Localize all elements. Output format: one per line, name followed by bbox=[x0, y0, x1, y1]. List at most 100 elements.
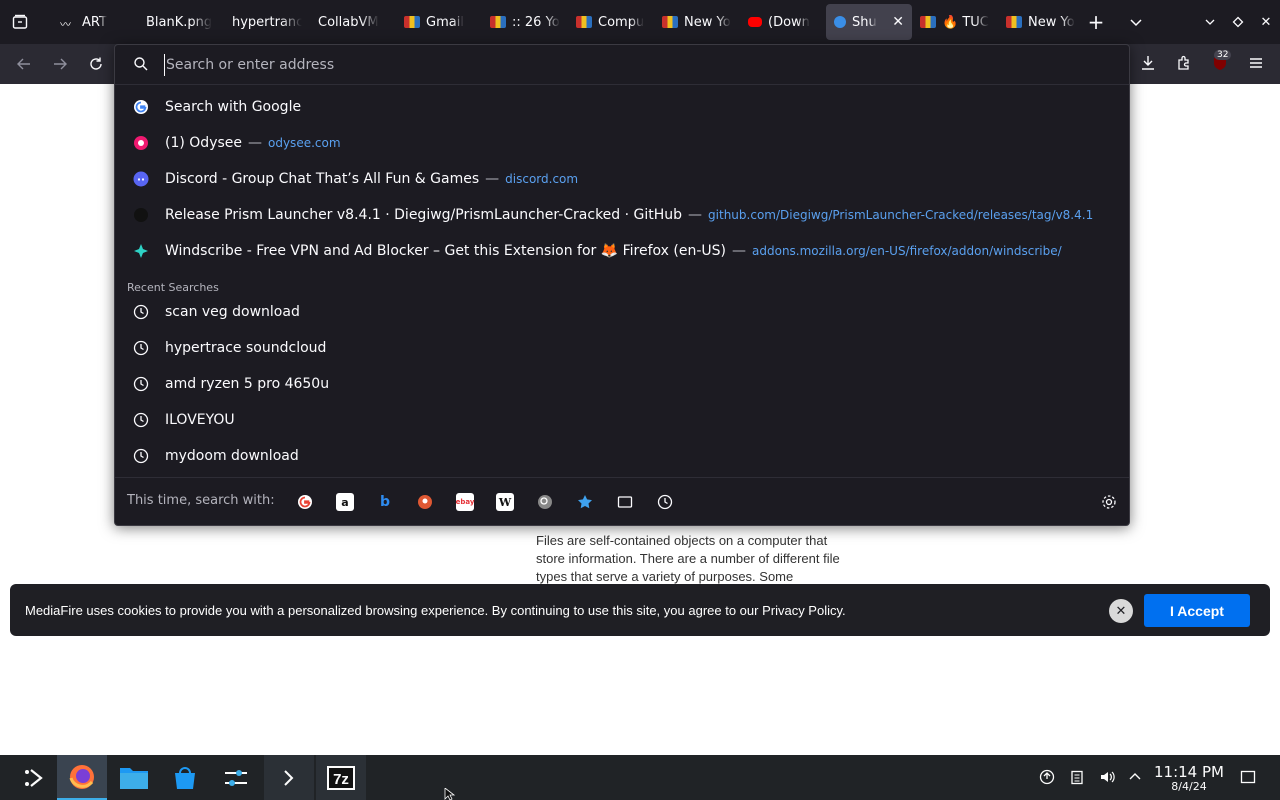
recent-search-row[interactable]: hypertrace soundcloud bbox=[115, 330, 1129, 366]
tab-strip: 〰 ART BlanK.png hypertrance CollabVM Gmai… bbox=[0, 0, 1280, 44]
suggestion-title: Windscribe - Free VPN and Ad Blocker – G… bbox=[165, 243, 727, 259]
flag-icon bbox=[920, 16, 936, 28]
tab[interactable]: 🔥 TUC bbox=[912, 4, 998, 40]
history-clock-icon bbox=[133, 304, 149, 320]
tab[interactable]: 〰 ART bbox=[52, 4, 138, 40]
firefox-view-icon[interactable] bbox=[8, 10, 32, 34]
suggestion-row[interactable]: Release Prism Launcher v8.4.1 · Diegiwg/… bbox=[115, 197, 1129, 233]
recent-search-text: scan veg download bbox=[165, 304, 300, 320]
duckduckgo-engine-icon[interactable] bbox=[416, 493, 434, 511]
recent-search-row[interactable]: ILOVEYOU bbox=[115, 402, 1129, 438]
tab[interactable]: New Yo bbox=[998, 4, 1084, 40]
minimize-icon[interactable] bbox=[1198, 10, 1222, 34]
extensions-icon[interactable] bbox=[1173, 52, 1195, 74]
tabs-icon[interactable] bbox=[616, 493, 634, 511]
recent-search-row[interactable]: amd ryzen 5 pro 4650u bbox=[115, 366, 1129, 402]
tab-title: CollabVM bbox=[318, 14, 379, 30]
suggestion-row[interactable]: Search with Google bbox=[115, 89, 1129, 125]
recent-search-row[interactable]: mydoom download bbox=[115, 438, 1129, 474]
tab[interactable]: CollabVM bbox=[310, 4, 396, 40]
wikipedia-engine-icon[interactable]: W bbox=[496, 493, 514, 511]
suggestion-title: Release Prism Launcher v8.4.1 · Diegiwg/… bbox=[165, 207, 683, 223]
tab[interactable]: Compu bbox=[568, 4, 654, 40]
close-window-icon[interactable]: ✕ bbox=[1254, 10, 1278, 34]
search-settings-gear-icon[interactable] bbox=[1100, 493, 1118, 511]
cookie-accept-button[interactable]: I Accept bbox=[1144, 594, 1250, 627]
search-engine-icon[interactable] bbox=[536, 493, 554, 511]
forward-icon[interactable] bbox=[48, 52, 72, 76]
cookie-message: MediaFire uses cookies to provide you wi… bbox=[25, 602, 846, 618]
tab[interactable]: BlanK.png bbox=[138, 4, 224, 40]
clock-date[interactable]: 8/4/24 bbox=[1154, 780, 1224, 793]
search-icon bbox=[133, 56, 149, 72]
address-input[interactable] bbox=[164, 54, 1064, 76]
shark-icon bbox=[834, 16, 846, 28]
tab-title: Compu bbox=[598, 14, 645, 30]
7zip-taskbar-button[interactable]: 7z bbox=[316, 755, 366, 800]
suggestion-row[interactable]: (1) Odysee — odysee.com bbox=[115, 125, 1129, 161]
svg-text:7z: 7z bbox=[333, 771, 349, 788]
tab-title: hypertrance bbox=[232, 14, 302, 30]
app-launcher-button[interactable] bbox=[8, 755, 58, 800]
list-all-tabs-icon[interactable] bbox=[1124, 10, 1148, 34]
suggestion-title: (1) Odysee bbox=[165, 135, 242, 151]
suggestion-separator: — bbox=[732, 243, 747, 259]
ebay-engine-icon[interactable]: ebay bbox=[456, 493, 474, 511]
bookmarks-star-icon[interactable] bbox=[576, 493, 594, 511]
bing-engine-icon[interactable]: b bbox=[376, 493, 394, 511]
suggestion-row[interactable]: Windscribe - Free VPN and Ad Blocker – G… bbox=[115, 233, 1129, 269]
tab-title: ART bbox=[82, 14, 107, 30]
update-icon[interactable] bbox=[1038, 768, 1056, 786]
google-engine-icon[interactable] bbox=[296, 493, 314, 511]
history-clock-icon bbox=[133, 412, 149, 428]
volume-icon[interactable] bbox=[1098, 768, 1116, 786]
tab[interactable]: New Yo bbox=[654, 4, 740, 40]
suggestion-title: Search with Google bbox=[165, 99, 302, 115]
page-body-text: Files are self-contained objects on a co… bbox=[536, 533, 840, 584]
history-icon[interactable] bbox=[656, 493, 674, 511]
close-tab-icon[interactable]: ✕ bbox=[892, 14, 904, 30]
one-off-search-bar: This time, search with: a b ebay W bbox=[115, 477, 1129, 525]
reload-icon[interactable] bbox=[84, 52, 108, 76]
file-manager-taskbar-button[interactable] bbox=[109, 755, 159, 800]
flag-icon bbox=[576, 16, 592, 28]
new-tab-icon[interactable]: + bbox=[1084, 10, 1108, 34]
discover-store-taskbar-button[interactable] bbox=[160, 755, 210, 800]
show-hidden-icons-chevron-up-icon[interactable] bbox=[1126, 768, 1144, 786]
firefox-taskbar-button[interactable] bbox=[57, 755, 107, 800]
flag-icon bbox=[404, 16, 420, 28]
settings-taskbar-button[interactable] bbox=[211, 755, 261, 800]
suggestion-separator: — bbox=[688, 207, 703, 223]
tab-title: Gmail bbox=[426, 14, 464, 30]
tab-active[interactable]: Shu ✕ bbox=[826, 4, 912, 40]
suggestion-url: discord.com bbox=[505, 172, 579, 186]
history-clock-icon bbox=[133, 448, 149, 464]
suggestion-row[interactable]: Discord - Group Chat That’s All Fun & Ga… bbox=[115, 161, 1129, 197]
suggestion-title: Discord - Group Chat That’s All Fun & Ga… bbox=[165, 171, 480, 187]
clipboard-icon[interactable] bbox=[1068, 768, 1086, 786]
tab-title: BlanK.png bbox=[146, 14, 213, 30]
tab[interactable]: hypertrance bbox=[224, 4, 310, 40]
flag-icon bbox=[490, 16, 506, 28]
suggestion-separator: — bbox=[248, 135, 262, 151]
back-icon[interactable] bbox=[12, 52, 36, 76]
cookie-close-button[interactable]: ✕ bbox=[1109, 599, 1133, 623]
tab[interactable]: (Down bbox=[740, 4, 826, 40]
recent-search-row[interactable]: scan veg download bbox=[115, 294, 1129, 330]
extension-badge: 32 bbox=[1214, 50, 1232, 60]
suggestion-url: odysee.com bbox=[268, 136, 341, 150]
tab[interactable]: Gmail bbox=[396, 4, 482, 40]
cookie-banner: MediaFire uses cookies to provide you wi… bbox=[10, 584, 1270, 636]
taskbar: 7z bbox=[0, 755, 1280, 800]
tab-title: Shu bbox=[852, 14, 877, 30]
clock-time[interactable]: 11:14 PM bbox=[1154, 763, 1224, 781]
amazon-engine-icon[interactable]: a bbox=[336, 493, 354, 511]
hamburger-menu-icon[interactable] bbox=[1245, 52, 1267, 74]
tab[interactable]: :: 26 Yo bbox=[482, 4, 568, 40]
terminal-taskbar-button[interactable] bbox=[264, 755, 314, 800]
history-clock-icon bbox=[133, 376, 149, 392]
downloads-icon[interactable] bbox=[1137, 52, 1159, 74]
maximize-icon[interactable] bbox=[1226, 10, 1250, 34]
youtube-icon bbox=[748, 17, 762, 27]
show-desktop-icon[interactable] bbox=[1239, 768, 1257, 786]
